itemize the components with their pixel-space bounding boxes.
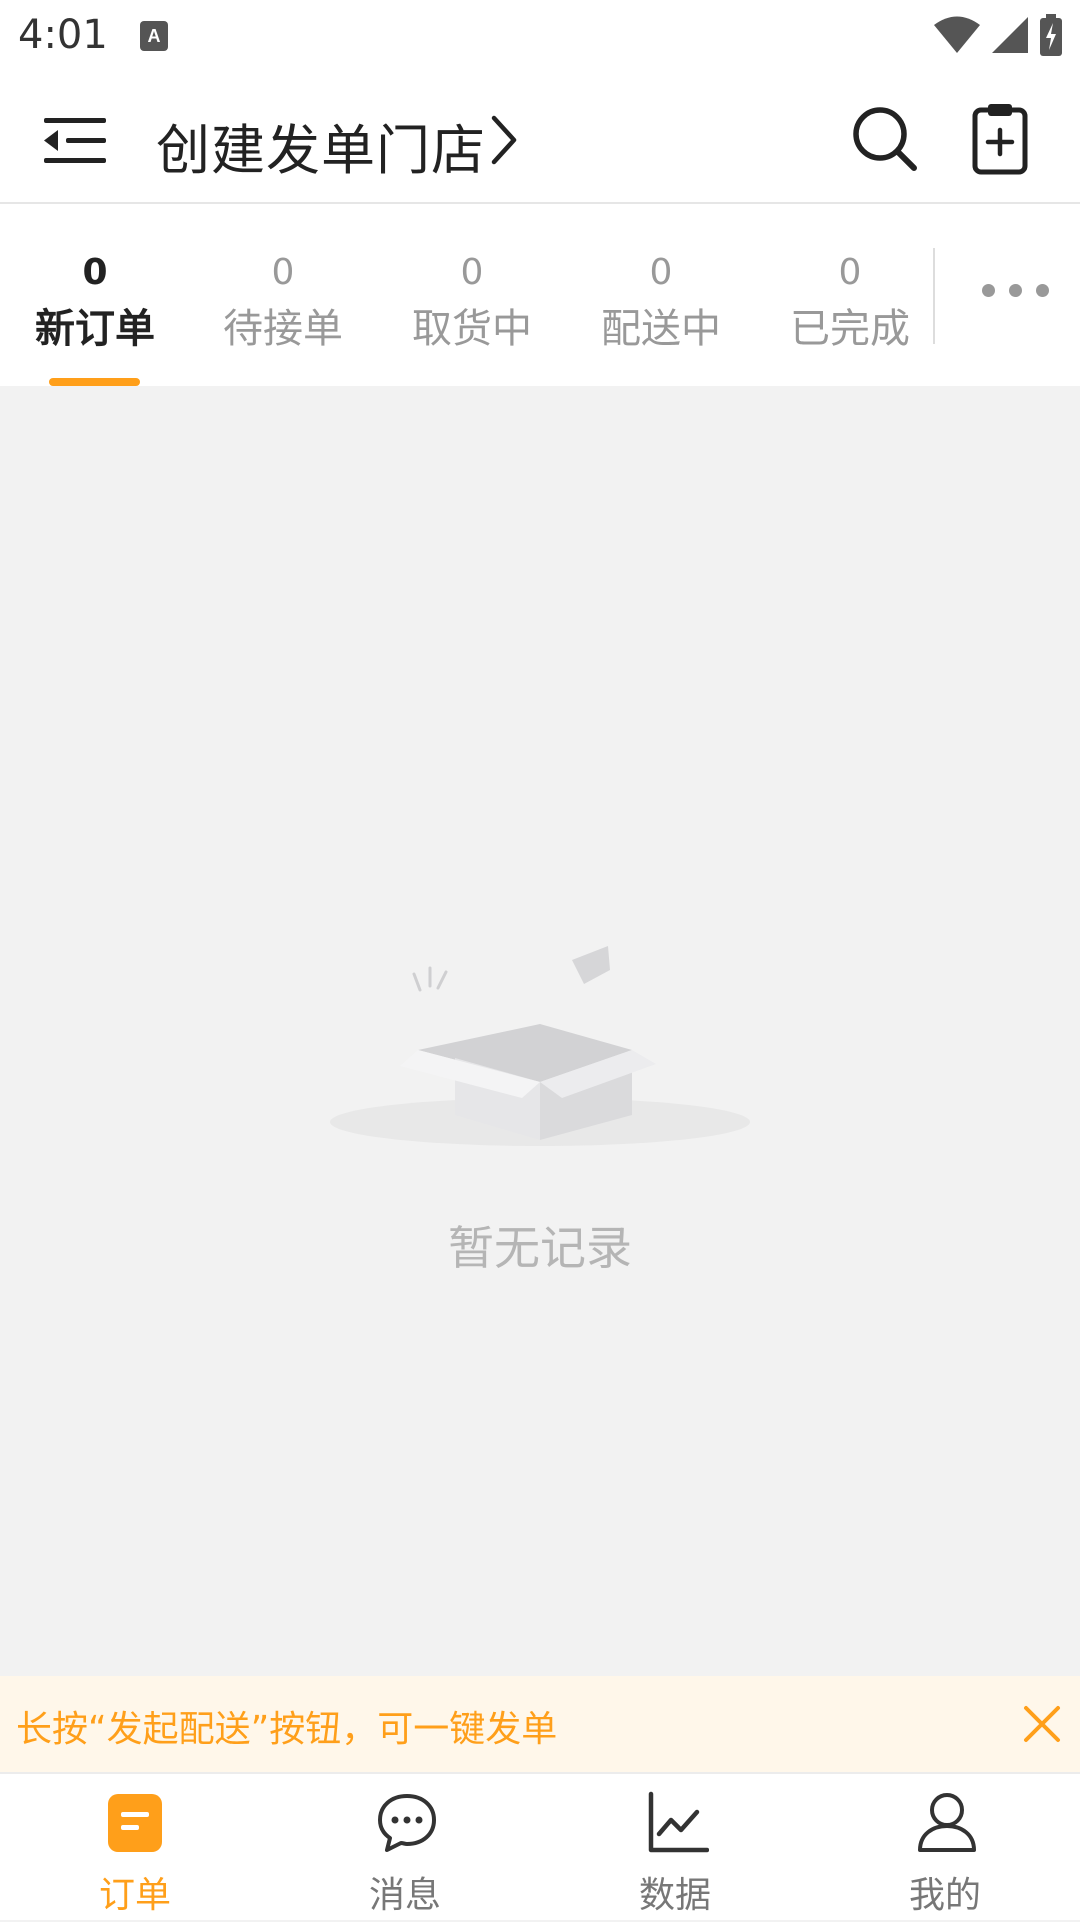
empty-box-icon	[310, 940, 770, 1164]
tab-new-orders[interactable]: 0 新订单	[10, 204, 180, 386]
nav-label: 消息	[368, 1875, 441, 1916]
close-icon[interactable]	[1020, 1702, 1064, 1746]
menu-collapse-icon[interactable]	[40, 106, 110, 176]
tab-picking-up[interactable]: 0 取货中	[387, 204, 557, 386]
nav-label: 我的	[908, 1875, 981, 1916]
battery-charging-icon	[1040, 14, 1062, 60]
cell-signal-icon	[992, 16, 1028, 58]
tabs-divider	[933, 248, 935, 344]
tab-count: 0	[271, 252, 295, 293]
tab-count: 0	[460, 252, 484, 293]
wifi-icon	[934, 16, 980, 58]
clipboard-add-icon[interactable]	[970, 102, 1036, 176]
tab-pending-accept[interactable]: 0 待接单	[198, 204, 368, 386]
tab-count: 0	[838, 252, 862, 293]
order-status-tabs: 0 新订单 0 待接单 0 取货中 0 配送中 0 已完成	[0, 204, 1080, 386]
message-icon	[375, 1790, 436, 1854]
order-icon	[105, 1790, 165, 1854]
tip-text: 长按“发起配送”按钮，可一键发单	[16, 1709, 558, 1750]
profile-icon	[915, 1790, 976, 1854]
store-selector-title[interactable]: 创建发单门店	[156, 106, 486, 185]
tab-label: 新订单	[35, 306, 155, 352]
tab-count: 0	[649, 252, 673, 293]
chevron-right-icon[interactable]	[490, 114, 520, 170]
tab-label: 配送中	[601, 306, 721, 352]
tab-label: 取货中	[412, 306, 532, 352]
tab-delivering[interactable]: 0 配送中	[576, 204, 746, 386]
bottom-nav: 订单 消息 数据 我的	[0, 1772, 1080, 1920]
tab-count: 0	[82, 252, 108, 293]
search-icon[interactable]	[850, 104, 920, 174]
tab-label: 已完成	[790, 306, 910, 352]
nav-orders[interactable]: 订单	[0, 1774, 270, 1922]
chart-icon	[645, 1790, 710, 1854]
tab-completed[interactable]: 0 已完成	[765, 204, 920, 386]
empty-state-text: 暂无记录	[448, 1221, 632, 1275]
status-time: 4:01	[18, 12, 108, 58]
more-horizontal-icon[interactable]	[975, 270, 1055, 310]
nav-label: 数据	[638, 1875, 711, 1916]
tab-label: 待接单	[223, 306, 343, 352]
status-bar: 4:01 A	[0, 0, 1080, 72]
svg-text:A: A	[148, 26, 161, 46]
nav-messages[interactable]: 消息	[270, 1774, 540, 1922]
tip-banner: 长按“发起配送”按钮，可一键发单	[0, 1676, 1080, 1772]
nav-profile[interactable]: 我的	[810, 1774, 1080, 1922]
nav-data[interactable]: 数据	[540, 1774, 810, 1922]
keyboard-a-icon: A	[139, 20, 169, 56]
nav-label: 订单	[98, 1875, 171, 1916]
tab-active-indicator	[49, 378, 140, 386]
app-header: 创建发单门店	[0, 72, 1080, 204]
